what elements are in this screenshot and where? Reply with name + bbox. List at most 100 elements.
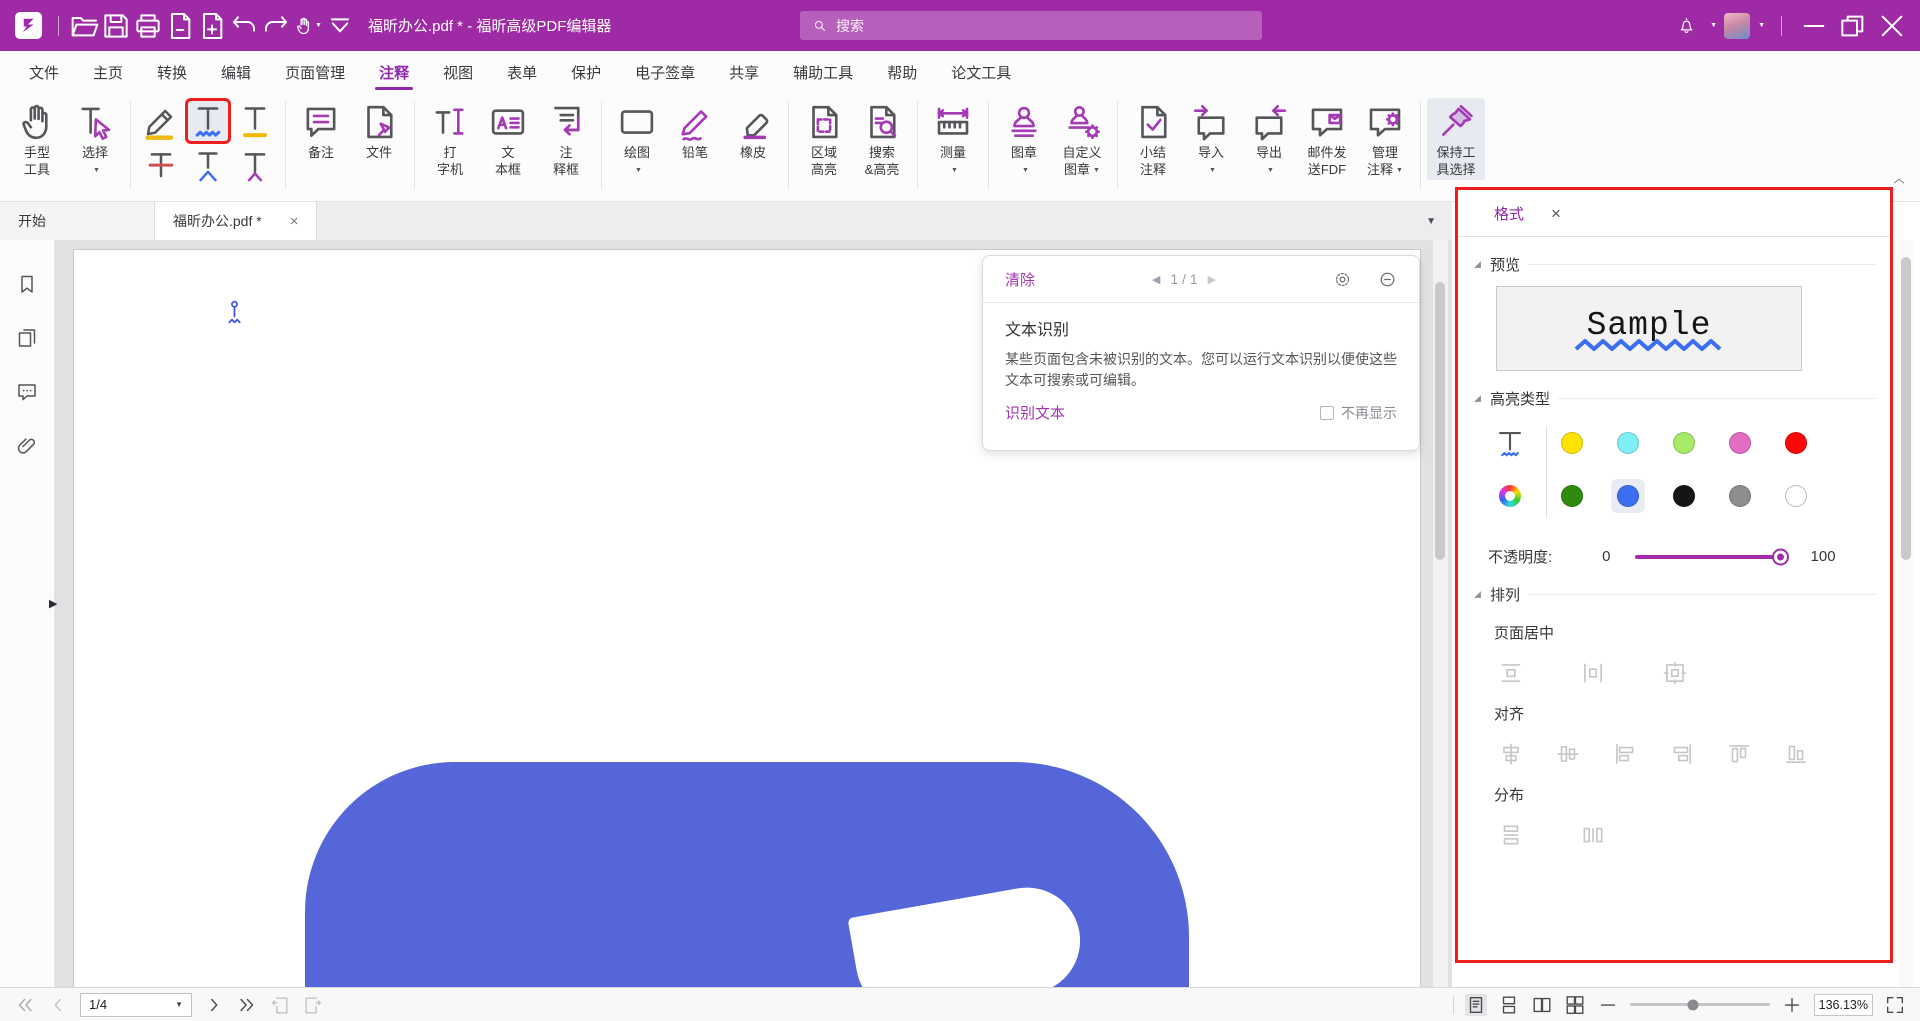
insert-text-tool[interactable] (235, 146, 275, 186)
previous-page-button[interactable] (47, 994, 69, 1016)
format-tab[interactable]: 格式 (1494, 203, 1524, 224)
search-highlight-tool[interactable]: 搜索&高亮 (853, 98, 911, 180)
opacity-slider[interactable] (1635, 555, 1785, 559)
note-tool[interactable]: 备注 (292, 98, 350, 163)
highlight-type-section-header[interactable]: 高亮类型 (1473, 388, 1876, 409)
hand-grab-icon[interactable]: ▼ (292, 10, 324, 42)
minimize-button[interactable] (1798, 10, 1830, 42)
menu-文件[interactable]: 文件 (12, 51, 76, 93)
color-swatch-a6ea68[interactable] (1673, 432, 1695, 454)
stamp-tool[interactable]: 图章▼ (995, 98, 1053, 181)
align-r-icon[interactable] (1669, 741, 1695, 767)
pager-prev-icon[interactable]: ◀ (1152, 273, 1160, 286)
color-swatch-7feff7[interactable] (1617, 432, 1639, 454)
panel-scrollbar[interactable] (1899, 240, 1914, 987)
menu-表单[interactable]: 表单 (490, 51, 554, 93)
arrange-section-header[interactable]: 排列 (1473, 584, 1876, 605)
user-avatar[interactable] (1724, 13, 1750, 39)
zoom-in-button[interactable] (1781, 994, 1803, 1016)
zoom-slider[interactable] (1630, 1003, 1770, 1006)
zoom-slider-handle[interactable] (1687, 999, 1698, 1010)
previous-view-button[interactable] (269, 994, 291, 1016)
manage-comments-tool[interactable]: 管理注释▼ (1356, 98, 1414, 181)
squiggly-underline-tool[interactable] (188, 101, 228, 141)
attachments-panel-button[interactable] (15, 434, 39, 458)
pager-next-icon[interactable]: ▶ (1208, 273, 1216, 286)
facing-view-button[interactable] (1531, 994, 1553, 1016)
clear-link[interactable]: 清除 (1005, 269, 1035, 290)
selected-color-swatch[interactable] (1611, 479, 1645, 513)
center-v-icon[interactable] (1580, 660, 1606, 686)
menu-注释[interactable]: 注释 (362, 51, 426, 93)
drawing-tool[interactable]: 绘图▼ (608, 98, 666, 181)
callout-tool[interactable]: 注释框 (537, 98, 595, 180)
format-panel-close-icon[interactable]: × (1551, 205, 1561, 222)
highlight-text-tool[interactable] (141, 101, 181, 141)
page-number-box[interactable]: 1/4 ▼ (80, 993, 192, 1017)
comments-panel-button[interactable] (15, 380, 39, 404)
keep-tool-selected[interactable]: 保持工具选择 (1427, 98, 1485, 180)
strikeout-text-tool[interactable] (141, 146, 181, 186)
color-swatch-ffffff[interactable] (1785, 485, 1807, 507)
search-input[interactable]: 搜索 (800, 11, 1262, 40)
typewriter-tool[interactable]: 打字机 (421, 98, 479, 180)
menu-主页[interactable]: 主页 (76, 51, 140, 93)
align-t-icon[interactable] (1726, 741, 1752, 767)
menu-编辑[interactable]: 编辑 (204, 51, 268, 93)
align-l-icon[interactable] (1612, 741, 1638, 767)
file-attach-tool[interactable]: 文件 (350, 98, 408, 163)
continuous-view-button[interactable] (1498, 994, 1520, 1016)
bookmarks-panel-button[interactable] (15, 272, 39, 296)
tab-start[interactable]: 开始 (0, 202, 155, 240)
document-scrollbar[interactable] (1433, 240, 1448, 987)
doc-add-icon[interactable] (196, 10, 228, 42)
fullscreen-button[interactable] (1884, 994, 1906, 1016)
squiggly-annotation-marker[interactable] (224, 298, 252, 328)
notification-collapse-icon[interactable] (1378, 270, 1397, 289)
menu-页面管理[interactable]: 页面管理 (268, 51, 362, 93)
menu-保护[interactable]: 保护 (554, 51, 618, 93)
menu-共享[interactable]: 共享 (712, 51, 776, 93)
panel-expand-handle[interactable]: ▶ (49, 597, 57, 610)
doc-export-icon[interactable] (164, 10, 196, 42)
tab-document[interactable]: 福昕办公.pdf * × (155, 202, 317, 240)
menu-论文工具[interactable]: 论文工具 (934, 51, 1028, 93)
email-fdf-tool[interactable]: 邮件发送FDF (1298, 98, 1356, 181)
avatar-caret-icon[interactable]: ▼ (1758, 22, 1765, 29)
page-dropdown-caret-icon[interactable]: ▼ (175, 1000, 183, 1009)
color-swatch-e26ec4[interactable] (1729, 432, 1751, 454)
menu-电子签章[interactable]: 电子签章 (618, 51, 712, 93)
pencil-tool[interactable]: 铅笔 (666, 98, 724, 181)
notification-settings-icon[interactable] (1333, 270, 1352, 289)
color-swatch-8e8e8e[interactable] (1729, 485, 1751, 507)
single-page-view-button[interactable] (1465, 994, 1487, 1016)
menu-帮助[interactable]: 帮助 (870, 51, 934, 93)
textbox-tool[interactable]: 文本框 (479, 98, 537, 180)
align-b-icon[interactable] (1783, 741, 1809, 767)
next-page-button[interactable] (203, 994, 225, 1016)
zoom-out-button[interactable] (1597, 994, 1619, 1016)
export-comments-tool[interactable]: 导出▼ (1240, 98, 1298, 181)
underline-text-tool[interactable] (235, 101, 275, 141)
tab-list-dropdown-icon[interactable]: ▼ (1426, 216, 1452, 227)
menu-转换[interactable]: 转换 (140, 51, 204, 93)
center-h-icon[interactable] (1498, 660, 1524, 686)
area-highlight-tool[interactable]: 区域高亮 (795, 98, 853, 180)
restore-button[interactable] (1837, 10, 1869, 42)
summarize-comments-tool[interactable]: 小结注释 (1124, 98, 1182, 181)
preview-section-header[interactable]: 预览 (1473, 254, 1876, 275)
select-tool[interactable]: 选择▼ (66, 98, 124, 181)
color-swatch-ffe400[interactable] (1561, 432, 1583, 454)
tab-close-icon[interactable]: × (290, 214, 299, 229)
menu-辅助工具[interactable]: 辅助工具 (776, 51, 870, 93)
print-icon[interactable] (132, 10, 164, 42)
squiggly-type-icon[interactable] (1493, 426, 1527, 460)
save-icon[interactable] (100, 10, 132, 42)
import-comments-tool[interactable]: 导入▼ (1182, 98, 1240, 181)
zoom-value[interactable]: 136.13% (1814, 994, 1873, 1016)
open-file-icon[interactable] (68, 10, 100, 42)
color-swatch-2f8a0e[interactable] (1561, 485, 1583, 507)
dist-h-icon[interactable] (1580, 822, 1606, 848)
color-swatch-151515[interactable] (1673, 485, 1695, 507)
custom-stamp-tool[interactable]: 自定义图章▼ (1053, 98, 1111, 181)
